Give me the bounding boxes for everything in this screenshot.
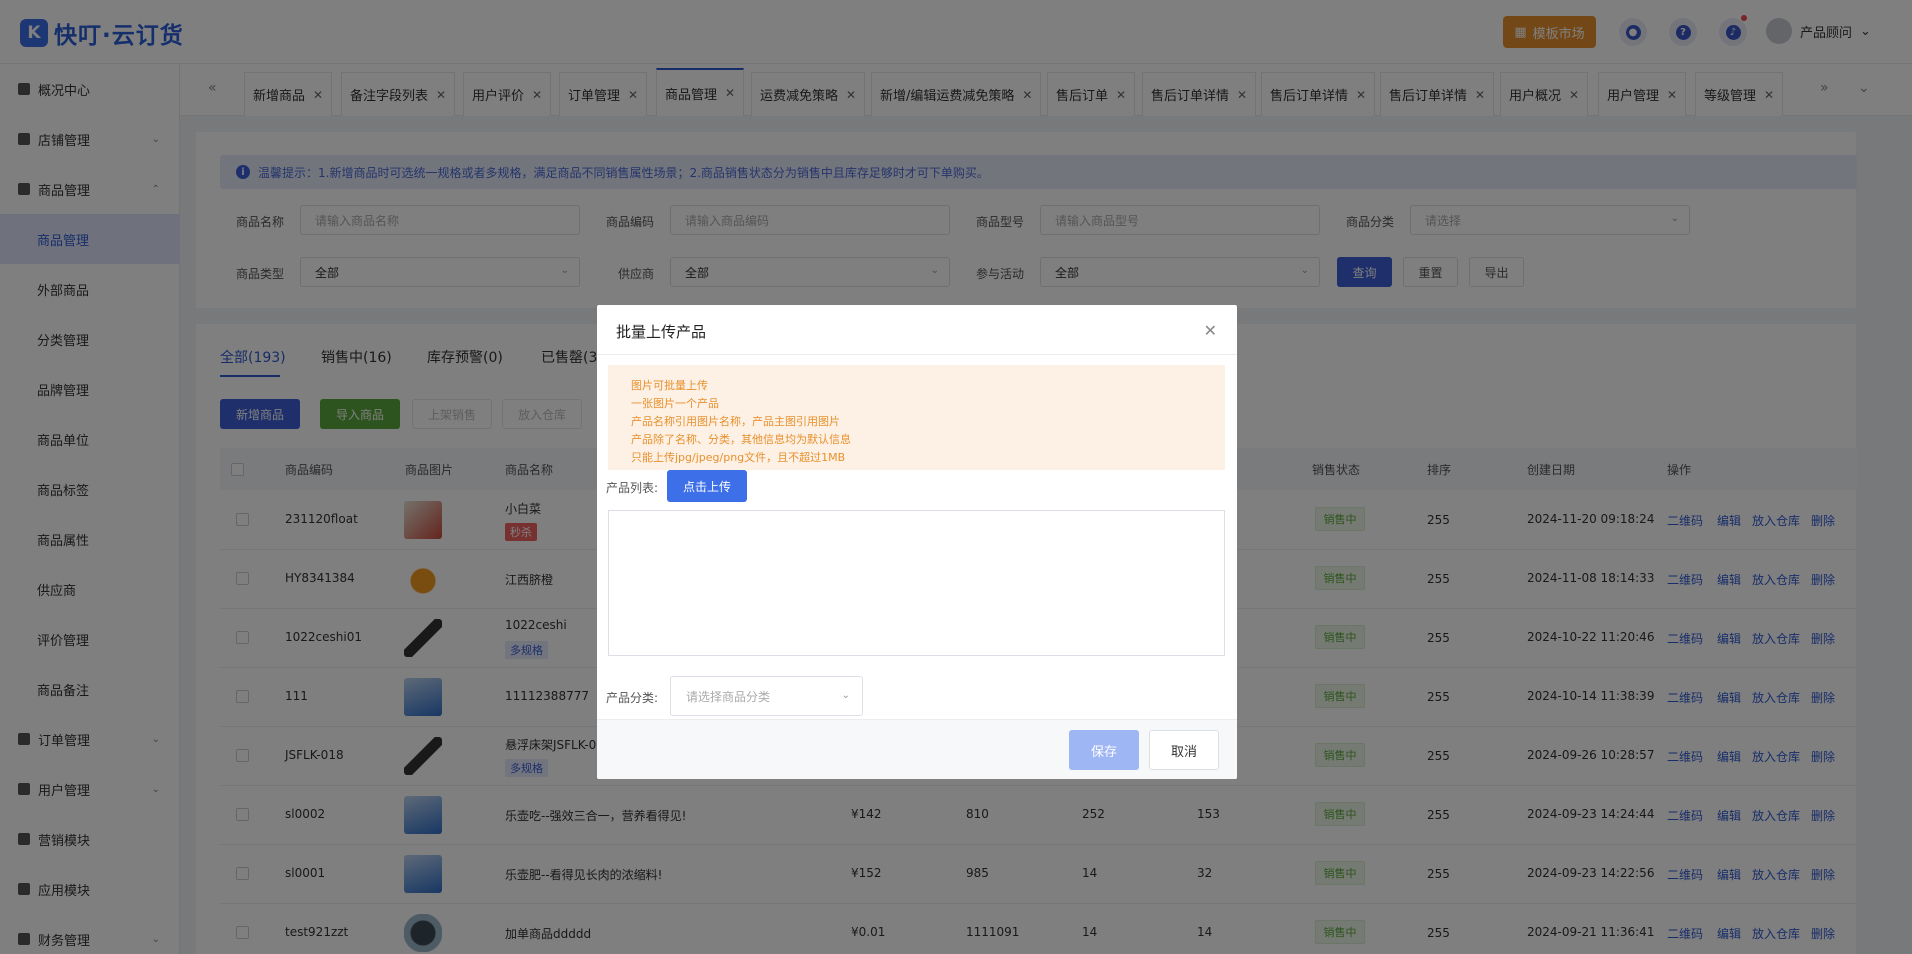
notice-line: 一张图片一个产品 bbox=[631, 397, 719, 410]
product-list-label: 产品列表: bbox=[606, 481, 659, 495]
upload-file-list[interactable] bbox=[608, 510, 1225, 656]
notice-line: 图片可批量上传 bbox=[631, 379, 708, 392]
notice-line: 只能上传jpg/jpeg/png文件，且不超过1MB bbox=[631, 451, 846, 464]
upload-notice: 图片可批量上传 一张图片一个产品 产品名称引用图片名称，产品主图引用图片 产品除… bbox=[608, 365, 1225, 470]
modal-title: 批量上传产品 bbox=[616, 323, 707, 341]
save-button[interactable]: 保存 bbox=[1069, 730, 1139, 770]
batch-upload-modal: 批量上传产品 ✕ 图片可批量上传 一张图片一个产品 产品名称引用图片名称，产品主… bbox=[597, 305, 1237, 779]
close-icon[interactable]: ✕ bbox=[1204, 321, 1217, 340]
notice-line: 产品除了名称、分类，其他信息均为默认信息 bbox=[631, 433, 851, 446]
notice-line: 产品名称引用图片名称，产品主图引用图片 bbox=[631, 415, 840, 428]
chevron-down-icon: ⌄ bbox=[841, 690, 850, 701]
upload-button[interactable]: 点击上传 bbox=[667, 470, 747, 502]
modal-footer bbox=[597, 719, 1237, 779]
modal-divider bbox=[597, 354, 1237, 355]
select-placeholder: 请选择商品分类 bbox=[686, 689, 771, 704]
product-category-select[interactable]: 请选择商品分类 ⌄ bbox=[670, 676, 863, 716]
product-category-label: 产品分类: bbox=[606, 691, 659, 705]
cancel-button[interactable]: 取消 bbox=[1149, 730, 1219, 770]
